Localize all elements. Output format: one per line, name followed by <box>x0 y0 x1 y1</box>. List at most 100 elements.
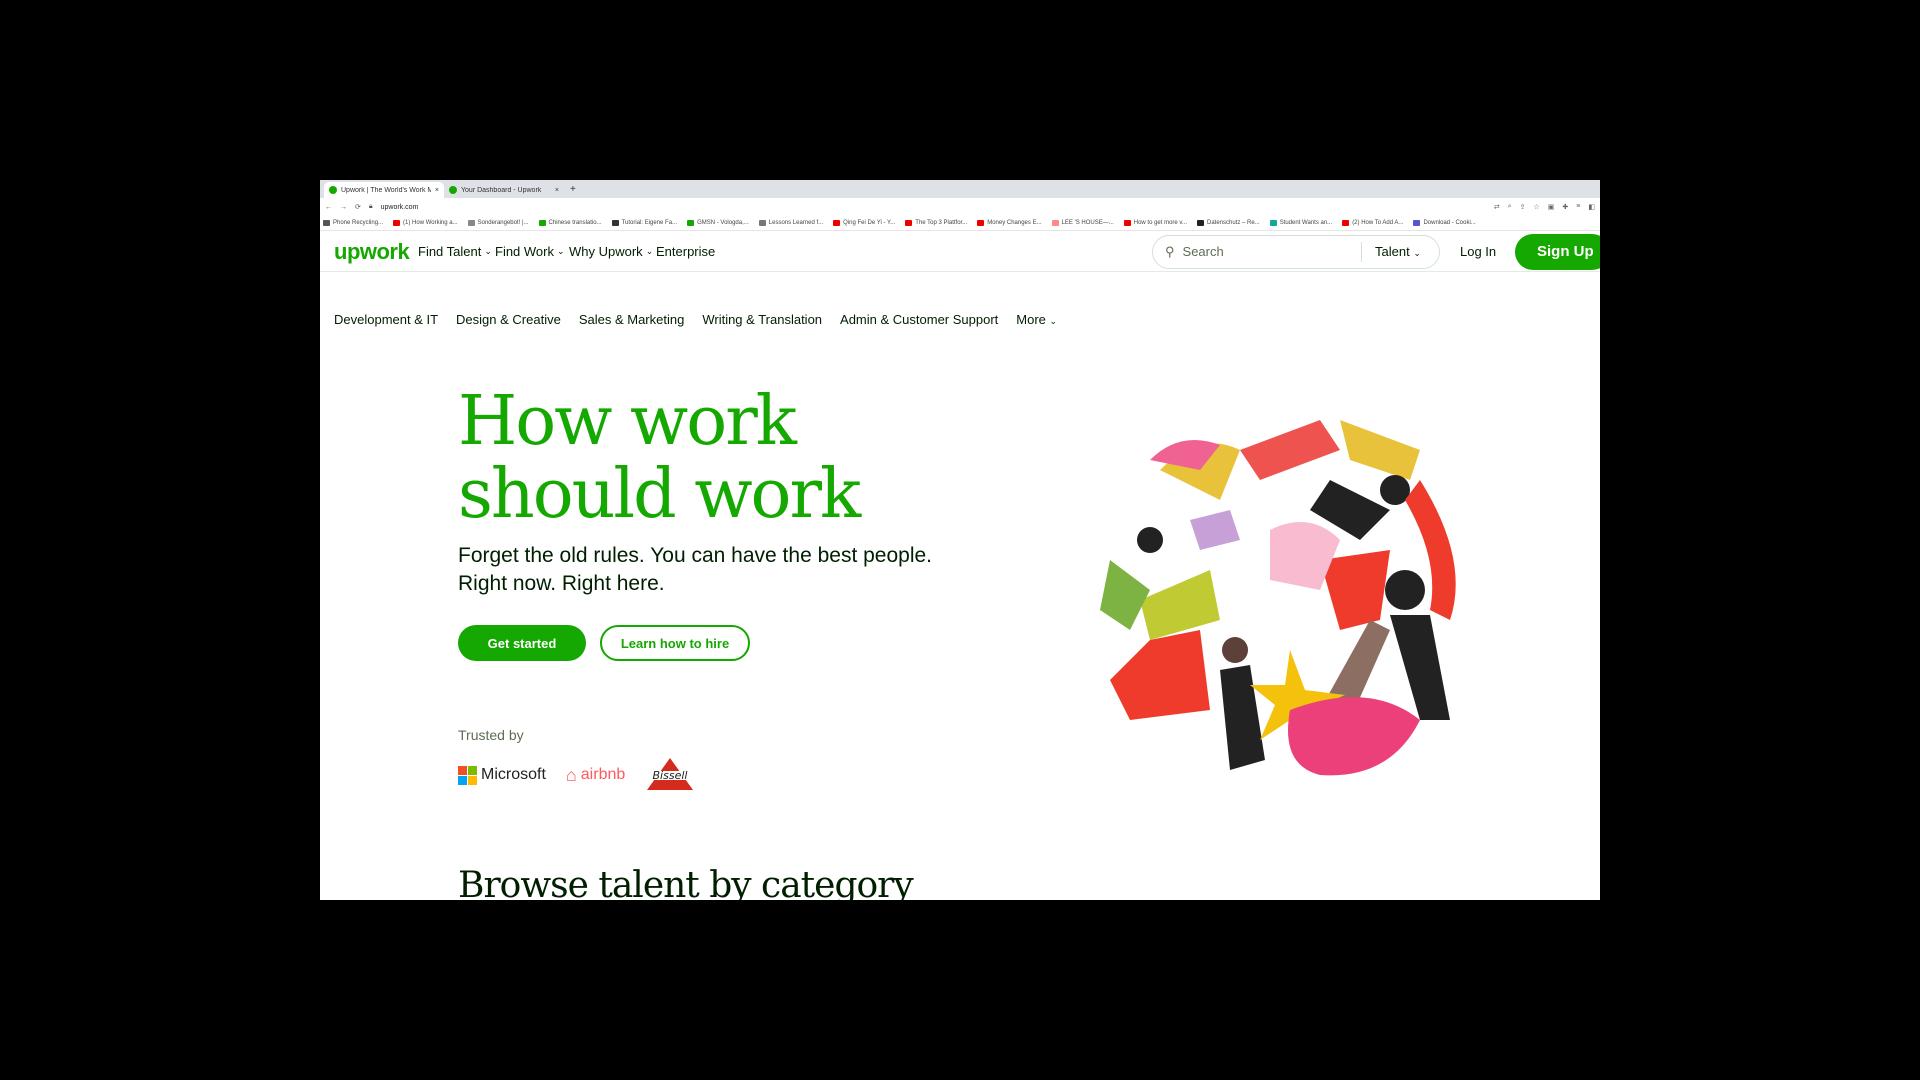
bookmark-item[interactable]: Qing Fei De Yi - Y... <box>833 220 895 226</box>
bookmark-favicon-icon <box>1269 220 1277 226</box>
chevron-down-icon: ⌄ <box>645 246 654 256</box>
bookmark-item[interactable]: (2) How To Add A... <box>1342 220 1403 226</box>
lock-icon: 🔒︎ <box>368 203 373 210</box>
bookmark-favicon-icon <box>393 220 401 226</box>
hero-title-line: should work <box>458 455 861 534</box>
address-bar: ← → ⟳ 🔒︎ upwork.com ⇄ ⌕ ⇪ ☆ ▣ ✚ ≡ ◧ <box>320 198 1600 216</box>
nav-find-talent[interactable]: Find Talent ⌄ <box>418 244 492 259</box>
divider <box>1361 241 1362 262</box>
search-icon: ⚲ <box>1165 243 1175 259</box>
bookmark-item[interactable]: Phone Recycling... <box>323 220 383 226</box>
nav-label: Enterprise <box>656 244 716 259</box>
translate-icon[interactable]: ⇄ <box>1494 203 1500 211</box>
chevron-down-icon: ⌄ <box>557 246 565 256</box>
search-bar[interactable]: ⚲ Search Talent ⌄ <box>1152 234 1440 269</box>
browse-heading: Browse talent by category <box>458 865 914 900</box>
bookmark-favicon-icon <box>977 220 985 226</box>
bookmark-label: LEE 'S HOUSE—... <box>1061 220 1114 226</box>
search-scope-dropdown[interactable]: Talent ⌄ <box>1375 244 1421 259</box>
signup-button[interactable]: Sign Up <box>1515 233 1600 270</box>
bookmark-label: Sonderangebot! |... <box>477 220 529 226</box>
bookmark-item[interactable]: LEE 'S HOUSE—... <box>1051 220 1114 226</box>
nav-label: Why Upwork <box>569 244 643 259</box>
bookmark-label: Qing Fei De Yi - Y... <box>843 220 896 226</box>
subtitle-line: Forget the old rules. You can have the b… <box>458 544 933 567</box>
browser-window: Upwork | The World's Work M... × Your Das… <box>320 180 1600 900</box>
bissell-logo: Bissell <box>645 758 696 792</box>
bookmark-favicon-icon <box>1342 220 1350 226</box>
bookmark-label: Phone Recycling... <box>333 220 384 226</box>
airbnb-logo: ⌂ airbnb <box>566 765 625 786</box>
category-more[interactable]: More ⌄ <box>1016 312 1057 327</box>
nav-enterprise[interactable]: Enterprise <box>656 244 715 259</box>
bookmark-label: (2) How To Add A... <box>1352 220 1404 226</box>
bookmark-item[interactable]: (1) How Working a... <box>393 220 458 226</box>
search-input[interactable]: Search <box>1183 244 1224 259</box>
bookmark-favicon-icon <box>467 220 475 226</box>
get-started-button[interactable]: Get started <box>458 625 586 661</box>
forward-icon[interactable]: → <box>340 204 347 211</box>
extension-icon[interactable]: ▣ <box>1548 203 1555 211</box>
upwork-favicon-icon <box>449 186 457 194</box>
category-nav: Development & IT Design & Creative Sales… <box>334 312 1057 327</box>
bookmark-item[interactable]: Student Wants an... <box>1269 220 1332 226</box>
subtitle-line: Right now. Right here. <box>458 572 665 595</box>
bookmark-label: Chinese translatio... <box>548 220 602 226</box>
bookmark-item[interactable]: How to get more v... <box>1123 220 1187 226</box>
upwork-logo[interactable]: upwork <box>334 239 410 265</box>
learn-how-to-hire-button[interactable]: Learn how to hire <box>600 625 750 661</box>
bookmark-item[interactable]: GMSN - Vologda,... <box>687 220 749 226</box>
back-icon[interactable]: ← <box>325 204 332 211</box>
bookmark-item[interactable]: Money Changes E... <box>977 220 1042 226</box>
bookmark-item[interactable]: The Top 3 Plattfor... <box>905 220 967 226</box>
category-design-creative[interactable]: Design & Creative <box>456 312 561 327</box>
puzzle-icon[interactable]: ✚ <box>1562 203 1568 211</box>
bookmark-favicon-icon <box>1197 220 1204 226</box>
nav-why-upwork[interactable]: Why Upwork ⌄ <box>569 244 653 259</box>
star-icon[interactable]: ☆ <box>1534 203 1540 211</box>
scope-label: Talent <box>1375 244 1410 259</box>
bookmark-favicon-icon <box>538 220 546 226</box>
bookmark-favicon-icon <box>1413 220 1421 226</box>
login-link[interactable]: Log In <box>1460 244 1496 259</box>
url-field[interactable]: upwork.com <box>381 204 419 211</box>
airbnb-icon: ⌂ <box>565 764 577 785</box>
category-admin-support[interactable]: Admin & Customer Support <box>840 312 998 327</box>
microsoft-logo: Microsoft <box>458 765 546 785</box>
bookmark-label: (1) How Working a... <box>403 220 458 226</box>
tab-upwork[interactable]: Upwork | The World's Work M... × <box>324 182 444 198</box>
bookmark-label: Datenschutz – Re... <box>1207 220 1260 226</box>
nav-label: Find Work <box>495 244 554 259</box>
bookmark-item[interactable]: Datenschutz – Re... <box>1197 220 1260 226</box>
bookmark-label: Lessons Learned f... <box>768 220 824 226</box>
nav-find-work[interactable]: Find Work ⌄ <box>495 244 565 259</box>
bookmark-item[interactable]: Chinese translatio... <box>538 220 602 226</box>
category-development-it[interactable]: Development & IT <box>334 312 438 327</box>
category-sales-marketing[interactable]: Sales & Marketing <box>579 312 685 327</box>
hero-subtitle: Forget the old rules. You can have the b… <box>458 542 978 598</box>
bookmark-favicon-icon <box>833 220 841 226</box>
zoom-icon[interactable]: ⌕ <box>1508 203 1512 211</box>
sidepanel-icon[interactable]: ◧ <box>1588 203 1595 211</box>
bookmark-item[interactable]: Sonderangebot! |... <box>467 220 529 226</box>
bookmark-item[interactable]: Tutorial: Eigene Fa... <box>611 220 677 226</box>
logo-text: airbnb <box>580 766 626 783</box>
close-tab-icon[interactable]: × <box>435 187 439 194</box>
chevron-down-icon: ⌄ <box>1413 248 1421 258</box>
chevron-down-icon: ⌄ <box>484 246 492 256</box>
hero-title-line: How work <box>458 382 797 461</box>
reload-icon[interactable]: ⟳ <box>355 203 361 211</box>
nav-label: Find Talent <box>418 244 482 259</box>
reading-list-icon[interactable]: ≡ <box>1576 203 1580 211</box>
tab-dashboard[interactable]: Your Dashboard - Upwork × <box>444 182 564 198</box>
close-tab-icon[interactable]: × <box>555 187 559 194</box>
share-icon[interactable]: ⇪ <box>1520 203 1526 211</box>
bookmark-item[interactable]: Lessons Learned f... <box>758 220 824 226</box>
hero-illustration <box>1100 420 1456 776</box>
new-tab-button[interactable]: + <box>564 184 582 198</box>
category-writing-translation[interactable]: Writing & Translation <box>702 312 822 327</box>
bookmark-label: Download - Cooki... <box>1423 220 1476 226</box>
bookmark-favicon-icon <box>905 220 913 226</box>
hero-title: How work should work <box>458 382 861 534</box>
bookmark-item[interactable]: Download - Cooki... <box>1413 220 1476 226</box>
